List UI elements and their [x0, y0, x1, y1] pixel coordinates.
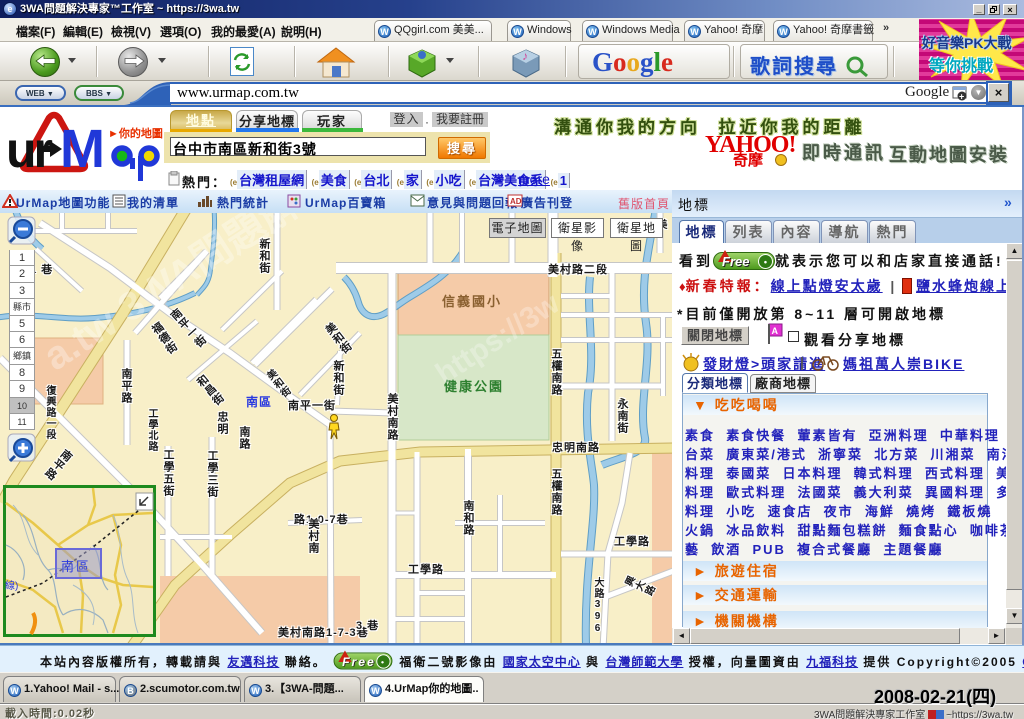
svg-text:線): 線) [5, 579, 18, 592]
svg-text:A: A [772, 326, 779, 336]
svg-text:►你的地圖: ►你的地圖 [108, 126, 163, 140]
svg-text:+: + [959, 92, 964, 102]
svg-text:♪: ♪ [522, 49, 528, 63]
svg-text:M: M [60, 119, 105, 179]
svg-text:AD: AD [510, 197, 522, 206]
svg-text:南區: 南區 [61, 559, 91, 574]
